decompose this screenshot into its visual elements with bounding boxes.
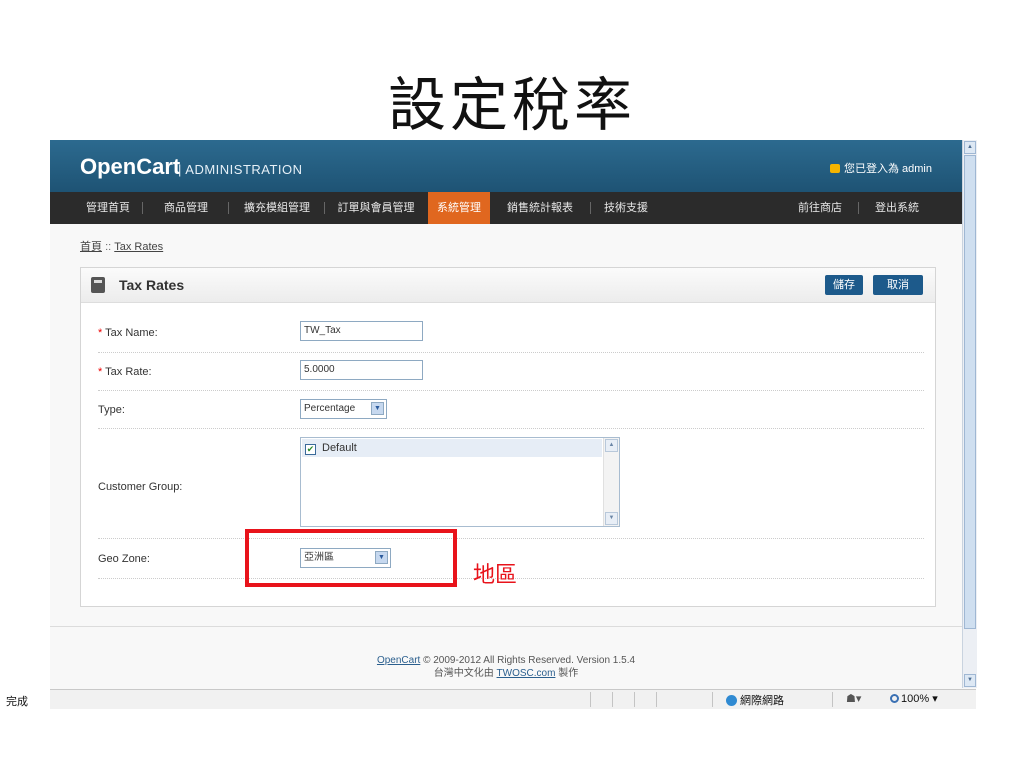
type-select-value: Percentage — [304, 403, 356, 414]
tax-name-label: * Tax Name: — [98, 327, 158, 339]
login-info: 您已登入為 admin — [829, 160, 932, 176]
admin-header: OpenCart | ADMINISTRATION 您已登入為 admin — [50, 140, 962, 192]
opencart-logo[interactable]: OpenCart — [80, 154, 180, 180]
footer-translation: 台灣中文化由 TWOSC.com 製作 — [50, 667, 962, 680]
footer-opencart-link[interactable]: OpenCart — [377, 655, 420, 666]
customer-group-option[interactable]: ✔ Default — [302, 439, 602, 457]
geo-zone-annotation: 地區 — [473, 563, 518, 588]
browser-status-bar: 完成 網際網路 ☗▾ 100% ▾ — [6, 689, 976, 709]
customer-group-label: Customer Group: — [98, 481, 183, 493]
tax-rate-label-text: Tax Rate: — [105, 366, 152, 378]
checkbox-checked-icon[interactable]: ✔ — [305, 444, 316, 455]
status-separator — [832, 692, 833, 707]
status-separator — [656, 692, 657, 707]
status-text: 完成 — [6, 696, 28, 708]
zoom-text: 100% — [901, 693, 930, 705]
scrollbar-thumb[interactable] — [964, 155, 976, 629]
footer-copyright-text: © 2009-2012 All Rights Reserved. Version… — [423, 655, 636, 666]
login-info-text: 您已登入為 admin — [843, 163, 932, 175]
breadcrumb-home-link[interactable]: 首頁 — [80, 241, 102, 253]
zoom-control[interactable]: 100% ▾ — [890, 692, 938, 705]
geo-zone-label: Geo Zone: — [98, 553, 150, 565]
slide-title: 設定稅率 — [387, 71, 636, 139]
lock-icon — [829, 164, 840, 173]
zoom-icon — [890, 694, 899, 703]
status-separator — [590, 692, 591, 707]
scroll-down-icon[interactable]: ▼ — [964, 674, 976, 687]
zone-indicator: 網際網路 — [726, 692, 784, 708]
save-button[interactable]: 儲存 — [825, 275, 863, 295]
menu-item-logout[interactable]: 登出系統 — [866, 192, 928, 224]
footer-twosc-link[interactable]: TWOSC.com — [497, 668, 556, 679]
type-row: Type: Percentage ▼ — [98, 390, 924, 429]
menu-separator — [324, 202, 325, 214]
chevron-down-icon: ▼ — [371, 402, 384, 415]
tax-name-row: * Tax Name: TW_Tax — [98, 312, 924, 353]
menu-item-store-front[interactable]: 前往商店 — [792, 192, 848, 224]
menu-separator — [590, 202, 591, 214]
type-select[interactable]: Percentage ▼ — [300, 399, 387, 419]
menu-item-extensions[interactable]: 擴充模組管理 — [234, 192, 320, 224]
protected-mode-icon[interactable]: ☗▾ — [846, 692, 861, 705]
menu-item-sales[interactable]: 訂單與會員管理 — [332, 192, 420, 224]
footer-divider — [50, 626, 962, 627]
menu-item-help[interactable]: 技術支援 — [598, 192, 654, 224]
tax-rates-panel: Tax Rates 儲存 取消 * Tax Name: TW_Tax * Tax… — [80, 267, 936, 607]
footer-translation-prefix: 台灣中文化由 — [433, 668, 494, 679]
panel-title: Tax Rates — [119, 277, 185, 293]
customer-group-row: Customer Group: ✔ Default ▲ ▼ — [98, 428, 924, 539]
calculator-icon — [91, 277, 105, 293]
menu-item-dashboard[interactable]: 管理首頁 — [80, 192, 136, 224]
type-label: Type: — [98, 404, 125, 416]
geo-zone-highlight-box — [245, 529, 457, 587]
status-separator — [634, 692, 635, 707]
administration-label: | ADMINISTRATION — [178, 162, 303, 177]
tax-name-label-text: Tax Name: — [105, 327, 158, 339]
tax-rate-input[interactable]: 5.0000 — [300, 360, 423, 380]
menu-item-catalog[interactable]: 商品管理 — [148, 192, 224, 224]
browser-viewport: OpenCart | ADMINISTRATION 您已登入為 admin 管理… — [50, 140, 976, 700]
customer-group-option-label: Default — [322, 442, 357, 454]
status-separator — [612, 692, 613, 707]
menu-separator — [142, 202, 143, 214]
breadcrumb-tax-rates-link[interactable]: Tax Rates — [114, 241, 163, 253]
scroll-up-icon[interactable]: ▲ — [605, 439, 618, 452]
main-menu: 管理首頁 商品管理 擴充模組管理 訂單與會員管理 系統管理 銷售統計報表 技術支… — [50, 192, 962, 224]
footer: OpenCart © 2009-2012 All Rights Reserved… — [50, 654, 962, 680]
scrollbox-scrollbar[interactable]: ▲ ▼ — [603, 438, 619, 526]
tax-rate-label: * Tax Rate: — [98, 366, 152, 378]
customer-group-scrollbox[interactable]: ✔ Default ▲ ▼ — [300, 437, 620, 527]
page-scrollbar[interactable]: ▲ ▼ — [962, 140, 977, 688]
menu-separator — [228, 202, 229, 214]
cancel-button[interactable]: 取消 — [873, 275, 923, 295]
globe-icon — [726, 695, 737, 706]
tax-name-input[interactable]: TW_Tax — [300, 321, 423, 341]
zone-text: 網際網路 — [740, 695, 784, 707]
scroll-up-icon[interactable]: ▲ — [964, 141, 976, 154]
panel-heading: Tax Rates 儲存 取消 — [81, 268, 935, 303]
breadcrumb: 首頁 :: Tax Rates — [80, 238, 163, 254]
footer-copyright: OpenCart © 2009-2012 All Rights Reserved… — [50, 654, 962, 667]
status-separator — [712, 692, 713, 707]
menu-item-reports[interactable]: 銷售統計報表 — [500, 192, 580, 224]
tax-rate-row: * Tax Rate: 5.0000 — [98, 352, 924, 391]
breadcrumb-separator: :: — [105, 241, 112, 253]
scroll-down-icon[interactable]: ▼ — [605, 512, 618, 525]
footer-translation-suffix: 製作 — [558, 668, 579, 679]
menu-separator — [858, 202, 859, 214]
menu-item-system[interactable]: 系統管理 — [428, 192, 490, 224]
